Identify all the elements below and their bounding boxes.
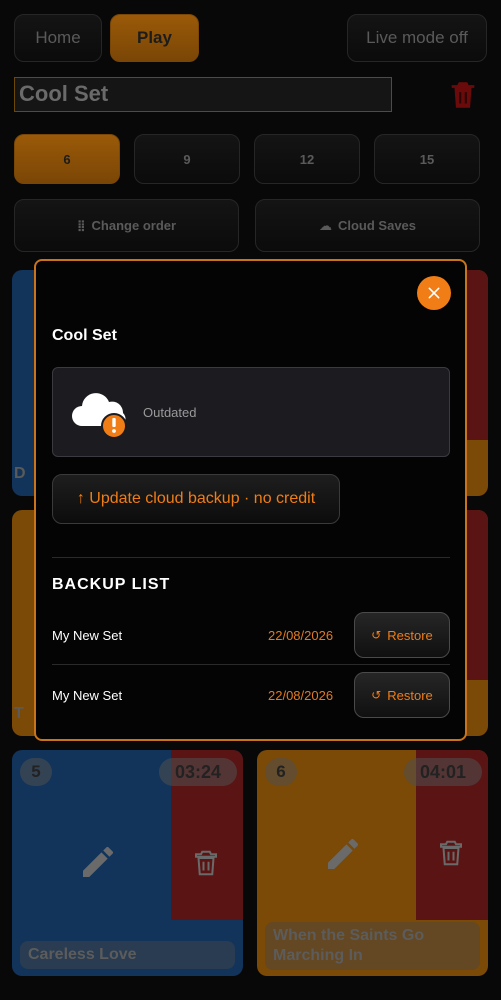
set-title-input[interactable]: Cool Set <box>14 77 392 112</box>
pencil-icon[interactable] <box>78 842 118 882</box>
trash-icon[interactable] <box>191 846 221 880</box>
grid-dots-icon: ⣿ <box>76 220 86 232</box>
backup-name: My New Set <box>52 688 123 703</box>
delete-set-icon[interactable] <box>446 77 480 113</box>
divider <box>52 557 450 558</box>
backup-status-box: Outdated <box>52 367 450 457</box>
play-button[interactable]: Play <box>110 14 199 62</box>
size-option-15[interactable]: 15 <box>374 134 480 184</box>
cloud-saves-button[interactable]: ☁ Cloud Saves <box>255 199 480 252</box>
song-title: Careless Love <box>20 941 235 969</box>
song-duration-badge: 04:01 <box>404 758 482 786</box>
backup-name: My New Set <box>52 628 123 643</box>
update-cloud-backup-button[interactable]: ↑ Update cloud backup · no credit <box>52 474 340 524</box>
cloud-warning-icon <box>72 393 127 439</box>
restore-icon: ↺ <box>371 688 382 702</box>
live-mode-button[interactable]: Live mode off <box>347 14 487 62</box>
cloud-icon: ☁ <box>318 217 332 233</box>
song-number-badge: 5 <box>20 758 52 786</box>
restore-button[interactable]: ↺ Restore <box>354 672 450 718</box>
song-card-careless-love[interactable]: 5 03:24 Careless Love <box>12 750 243 976</box>
cloud-backup-modal: Cool Set Outdated ↑ Update cloud backup … <box>34 259 467 741</box>
trash-icon[interactable] <box>436 836 466 870</box>
backup-date: 22/08/2026 <box>268 628 334 643</box>
song-card-saints[interactable]: 6 04:01 When the Saints Go Marching In <box>257 750 488 976</box>
close-icon <box>428 287 440 299</box>
backup-date: 22/08/2026 <box>268 688 334 703</box>
backup-status-text: Outdated <box>143 405 197 420</box>
size-option-12[interactable]: 12 <box>254 134 360 184</box>
pencil-icon[interactable] <box>323 834 363 874</box>
modal-title: Cool Set <box>52 327 117 344</box>
song-duration-badge: 03:24 <box>159 758 237 786</box>
size-option-9[interactable]: 9 <box>134 134 240 184</box>
restore-icon: ↺ <box>371 628 382 642</box>
change-order-button[interactable]: ⣿ Change order <box>14 199 239 252</box>
song-number-badge: 6 <box>265 758 297 786</box>
close-button[interactable] <box>417 276 451 310</box>
backup-list-heading: BACKUP LIST <box>52 576 171 593</box>
song-title: When the Saints Go Marching In <box>265 922 480 970</box>
home-button[interactable]: Home <box>14 14 102 62</box>
divider <box>52 664 450 665</box>
size-option-6[interactable]: 6 <box>14 134 120 184</box>
restore-button[interactable]: ↺ Restore <box>354 612 450 658</box>
